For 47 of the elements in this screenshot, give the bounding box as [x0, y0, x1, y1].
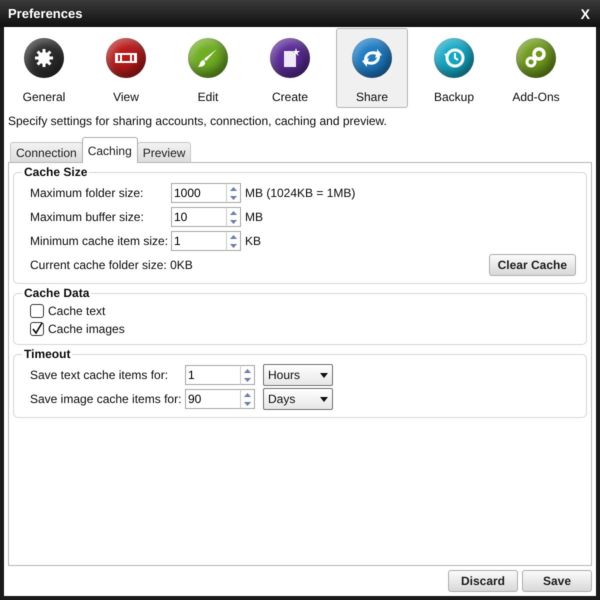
field-label: Maximum folder size:: [30, 186, 144, 200]
field-label: Save image cache items for:: [30, 392, 182, 406]
close-button[interactable]: X: [578, 6, 592, 22]
number-field[interactable]: 1: [185, 365, 240, 385]
unit-label: MB: [245, 210, 263, 224]
toolbar-button[interactable]: View: [90, 28, 162, 108]
caret-icon: [320, 396, 328, 402]
toolbar-button[interactable]: Edit: [172, 28, 244, 108]
window-title: Preferences: [8, 6, 82, 21]
dialog-button[interactable]: Discard: [448, 570, 518, 592]
checkbox[interactable]: [30, 322, 44, 336]
number-field[interactable]: 1: [171, 231, 226, 251]
group-title: Timeout: [23, 347, 72, 361]
field-label: Current cache folder size:: [30, 258, 167, 272]
toolbar-button[interactable]: Share: [336, 28, 408, 108]
toolbar-button[interactable]: Backup: [418, 28, 490, 108]
field-label: Maximum buffer size:: [30, 210, 145, 224]
clear-cache-button[interactable]: Clear Cache: [488, 254, 576, 276]
group-title: Cache Data: [23, 286, 90, 300]
field-label: Save text cache items for:: [30, 368, 170, 382]
dialog-button[interactable]: Save: [522, 570, 592, 592]
toolbar-button[interactable]: General: [8, 28, 80, 108]
size-value: 0KB: [170, 258, 193, 272]
tab[interactable]: Connection: [10, 142, 83, 162]
group-title: Cache Size: [23, 165, 88, 179]
spin-arrows-icon[interactable]: [240, 389, 255, 409]
caret-icon: [320, 372, 328, 378]
field-label: Minimum cache item size:: [30, 234, 170, 248]
spin-arrows-icon[interactable]: [226, 207, 241, 227]
tab[interactable]: Caching: [82, 137, 138, 163]
checkbox-label: Cache images: [48, 322, 125, 336]
number-field[interactable]: 10: [171, 207, 226, 227]
dropdown[interactable]: Hours: [263, 364, 333, 386]
unit-label: KB: [245, 234, 262, 248]
checkbox[interactable]: [30, 304, 44, 318]
dropdown[interactable]: Days: [263, 388, 333, 410]
number-field[interactable]: 1000: [171, 183, 226, 203]
description-text: Specify settings for sharing accounts, connection, caching and preview.: [8, 114, 388, 128]
spin-arrows-icon[interactable]: [226, 231, 241, 251]
spin-arrows-icon[interactable]: [226, 183, 241, 203]
toolbar-button[interactable]: Add-Ons: [500, 28, 572, 108]
unit-label: MB (1024KB = 1MB): [245, 186, 356, 200]
toolbar-button[interactable]: Create: [254, 28, 326, 108]
number-field[interactable]: 90: [185, 389, 240, 409]
tab[interactable]: Preview: [136, 142, 192, 162]
checkbox-label: Cache text: [48, 304, 106, 318]
spin-arrows-icon[interactable]: [240, 365, 255, 385]
